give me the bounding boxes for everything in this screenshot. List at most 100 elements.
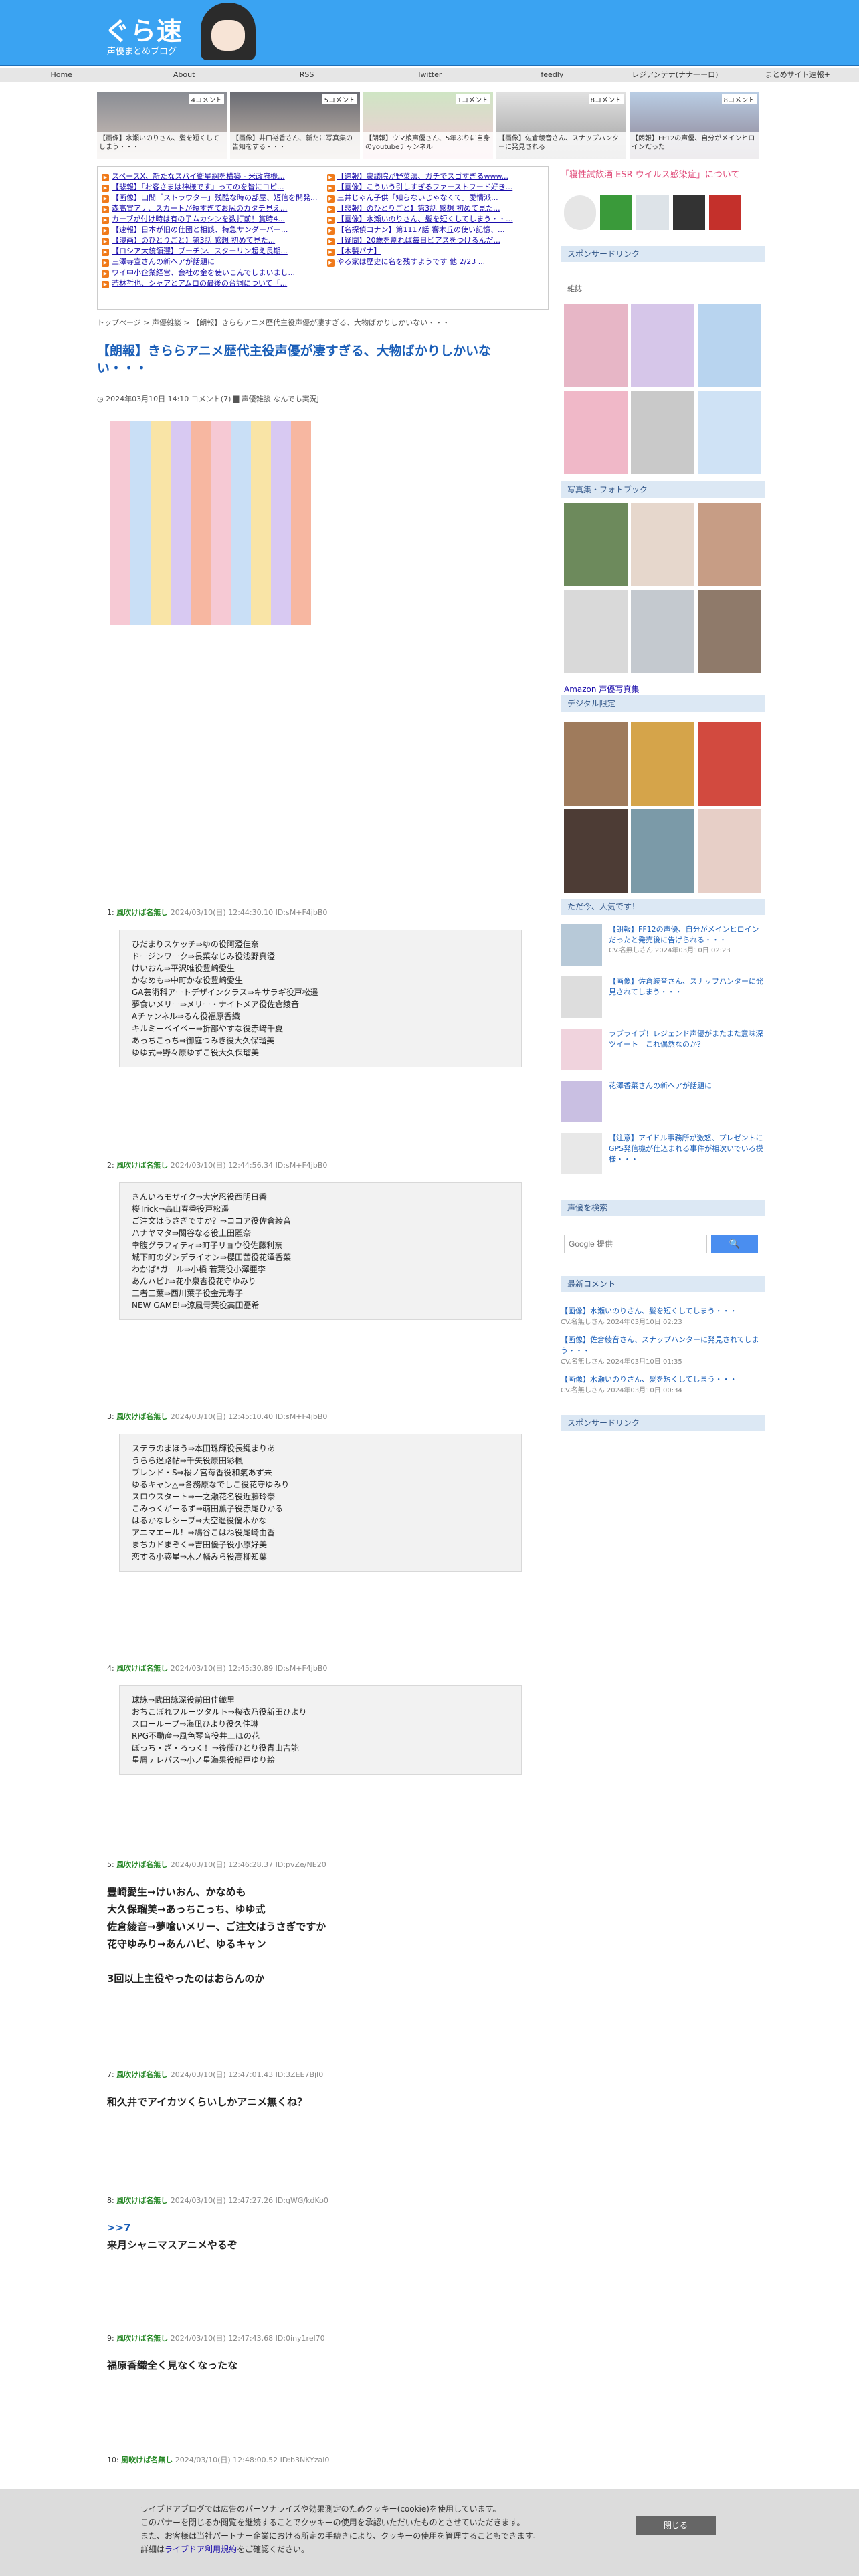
post-number[interactable]: 2:: [107, 1161, 114, 1170]
rss-link[interactable]: 三井じゃん子供「知らないじゃなくて」愛情派...: [327, 192, 545, 203]
nav-home[interactable]: Home: [0, 68, 122, 82]
rss-link[interactable]: 森高宣アナ、スカートが短すぎてお尻のカタチ見え...: [102, 203, 319, 213]
post-number[interactable]: 10:: [107, 2456, 119, 2464]
photobook-cover[interactable]: [631, 503, 694, 586]
icon-3[interactable]: [636, 195, 669, 230]
nav-feedly[interactable]: feedly: [491, 68, 613, 82]
magazine-cover[interactable]: [631, 391, 694, 474]
photobook-cover[interactable]: [631, 590, 694, 673]
nav-twitter[interactable]: Twitter: [368, 68, 490, 82]
rss-link[interactable]: 【疑問】20歳を割れば毎日ビアスをつけるんだ...: [327, 235, 545, 245]
icon-5[interactable]: [708, 195, 742, 230]
icon-1[interactable]: [564, 195, 597, 230]
popular-text: 【画像】佐倉綾音さん、スナップハンターに発見されてしまう・・・: [609, 977, 763, 996]
post-line: 佐倉綾音→夢喰いメリー、ご注文はうさぎですか: [107, 1921, 326, 1933]
digital-cover[interactable]: [631, 809, 694, 893]
magazine-cover[interactable]: [698, 304, 761, 387]
post-number[interactable]: 3:: [107, 1412, 114, 1421]
rss-link[interactable]: 【ロシア大統領選】プーチン、スターリン超え長期...: [102, 245, 319, 256]
rss-link[interactable]: 三澤寺宣さんの新ヘアが話題に: [102, 256, 319, 267]
magazine-cover[interactable]: [564, 304, 628, 387]
tile[interactable]: 8コメント 【朗報】FF12の声優、自分がメインヒロインだった: [630, 92, 759, 159]
digital-cover[interactable]: [698, 809, 761, 893]
nav-about[interactable]: About: [122, 68, 245, 82]
popular-item[interactable]: 【画像】佐倉綾音さん、スナップハンターに発見されてしまう・・・: [561, 976, 765, 1018]
sidebar-heading-sponsored-2: スポンサードリンク: [561, 1415, 765, 1431]
popular-item[interactable]: 花澤香菜さんの新ヘアが話題に: [561, 1081, 765, 1122]
post-line: わかば*ガール⇒小橋 若葉役小澤亜李: [132, 1265, 266, 1274]
post-number[interactable]: 9:: [107, 2334, 114, 2343]
recent-comment[interactable]: 【画像】佐倉綾音さん、スナップハンターに発見されてしまう・・・ CV.名無しさん …: [561, 1334, 765, 1366]
rss-link[interactable]: 【画像】山間「ストラウター」残酷な時の部屋、短信を開発...: [102, 192, 319, 203]
site-logo[interactable]: ぐら速 声優まとめブログ: [100, 3, 268, 63]
digital-cover[interactable]: [564, 722, 628, 806]
terms-link[interactable]: ライブドア利用規約: [165, 2545, 237, 2554]
popular-item[interactable]: 【朗報】FF12の声優、自分がメインヒロインだったと発売後に告げられる・・・ CV…: [561, 924, 765, 966]
rss-link[interactable]: 【悲報】のひとりごと】第3話 感想 初めて見た...: [327, 203, 545, 213]
photobook-cover[interactable]: [564, 503, 628, 586]
magazine-cover[interactable]: [631, 304, 694, 387]
nav-rss[interactable]: RSS: [246, 68, 368, 82]
tv-icon[interactable]: [672, 195, 705, 230]
post-number[interactable]: 7:: [107, 2070, 114, 2079]
rss-link[interactable]: 若林哲也、シャアとアムロの最後の台詞について「...: [102, 278, 319, 288]
photobook-cover[interactable]: [698, 590, 761, 673]
post-body-box: ステラのまほう⇒本田珠輝役長縄まりあ うらら迷路帖⇒千矢役原田彩楓 ブレンド・S⇒桜…: [119, 1434, 522, 1572]
tile[interactable]: 8コメント 【画像】佐倉綾音さん、スナップハンターに発見される: [496, 92, 626, 159]
rss-link[interactable]: ワイ中小企業経営、会社の金を使いこんでしまいまし...: [102, 267, 319, 278]
post-body: 和久井でアイカツくらいしかアニメ無くね？: [107, 2093, 529, 2111]
popular-item[interactable]: 【注意】アイドル事務所が激怒、プレゼントにGPS発信機が仕込まれる事件が相次いで…: [561, 1133, 765, 1174]
rss-link[interactable]: 【漫画】のひとりごと】第3話 感想 初めて見た...: [102, 235, 319, 245]
nav-matome[interactable]: まとめサイト速報+: [737, 68, 859, 82]
digital-cover[interactable]: [698, 722, 761, 806]
tile[interactable]: 5コメント 【画像】井口裕香さん、新たに写真集の告知をする・・・: [230, 92, 360, 159]
post-header: 5: 風吹けば名無し 2024/03/10(日) 12:46:28.37 ID:…: [107, 1859, 529, 1870]
recent-comment[interactable]: 【画像】水瀬いのりさん、髪を短くしてしまう・・・ CV.名無しさん 2024年03…: [561, 1305, 765, 1326]
photobook-cover[interactable]: [564, 590, 628, 673]
article-main-image: [110, 421, 311, 625]
digital-cover[interactable]: [564, 809, 628, 893]
post-number[interactable]: 5:: [107, 1860, 114, 1869]
rss-link[interactable]: 【悲報】「お客さまは神様です」ってのを皆にコピ...: [102, 181, 319, 192]
rss-link[interactable]: 【速報】衆議院が野菜法、ガチでスゴすぎるwww...: [327, 171, 545, 181]
magazine-cover[interactable]: [564, 391, 628, 474]
rss-link[interactable]: スペースX、新たなスパイ衛星網を構築 - 米政府機...: [102, 171, 319, 181]
search-button[interactable]: 🔍: [711, 1235, 758, 1253]
popular-title: 【朗報】FF12の声優、自分がメインヒロインだったと発売後に告げられる・・・ CV…: [609, 924, 765, 966]
search-input[interactable]: [564, 1235, 707, 1253]
tile[interactable]: 1コメント 【朗報】ウマ娘声優さん、5年ぶりに自身のyoutubeチャンネル: [363, 92, 493, 159]
rss-link[interactable]: 【速報】日本が旧の仕団と相談、特急サンダーバー...: [102, 224, 319, 235]
icon-2[interactable]: [600, 195, 633, 230]
post-number[interactable]: 1:: [107, 908, 114, 917]
thread-post: 7: 風吹けば名無し 2024/03/10(日) 12:47:01.43 ID:…: [107, 2069, 529, 2111]
cookie-text: をご確認ください。: [237, 2545, 310, 2554]
recent-comment[interactable]: 【画像】水瀬いのりさん、髪を短くしてしまう・・・ CV.名無しさん 2024年03…: [561, 1374, 765, 1394]
amazon-link[interactable]: Amazon 声優写真集: [564, 683, 639, 695]
post-number[interactable]: 4:: [107, 1664, 114, 1673]
photobook-cover[interactable]: [698, 503, 761, 586]
post-line: おちこぼれフルーツタルト⇒桜衣乃役新田ひより: [132, 1707, 307, 1717]
rss-link[interactable]: やる家は歴史に名を残すようです 他 2/23 ...: [327, 256, 545, 267]
rss-link[interactable]: 【画像】こういう引しすぎるファーストフード好き...: [327, 181, 545, 192]
breadcrumb[interactable]: トップページ > 声優雑談 > 【朗報】きららアニメ歴代主役声優が凄すぎる、大物…: [97, 317, 450, 328]
poster-name: 風吹けば名無し: [121, 2456, 173, 2464]
nav-antenna[interactable]: レジアンテナ(ナナ一ーロ): [613, 68, 736, 82]
post-header: 2: 風吹けば名無し 2024/03/10(日) 12:44:56.34 ID:…: [107, 1160, 529, 1170]
rss-link[interactable]: 【画像】水瀬いのりさん、髪を短くしてしまう・・...: [327, 213, 545, 224]
post-number[interactable]: 8:: [107, 2196, 114, 2205]
tile[interactable]: 4コメント 【画像】水瀬いのりさん、髪を短くしてしまう・・・: [97, 92, 227, 159]
rss-link[interactable]: 【木製バナ】: [327, 245, 545, 256]
sidebar-notice-banner[interactable]: 「寝性試飲酒 ESR ウイルス感染症」について: [561, 167, 765, 183]
post-line: Aチャンネル⇒るん役福原香織: [132, 1012, 240, 1021]
cookie-close-button[interactable]: 閉じる: [636, 2516, 716, 2535]
digital-cover[interactable]: [631, 722, 694, 806]
popular-item[interactable]: ラブライブ！レジェンド声優がまたまた意味深ツイート これ偶然なのか？: [561, 1029, 765, 1070]
rss-link[interactable]: 【名探偵コナン】第1117話 響木丘の使い記憶、...: [327, 224, 545, 235]
reply-anchor[interactable]: >>7: [107, 2219, 529, 2236]
magazine-cover[interactable]: [698, 391, 761, 474]
rss-link[interactable]: カーブが付け時は有の子ムカシンを数打前！賞時4...: [102, 213, 319, 224]
popular-thumb: [561, 924, 602, 966]
poster-name: 風吹けば名無し: [116, 908, 169, 917]
post-line: ぼっち・ざ・ろっく！⇒後藤ひとり役青山吉能: [132, 1743, 299, 1753]
photobook-grid: [564, 503, 761, 673]
